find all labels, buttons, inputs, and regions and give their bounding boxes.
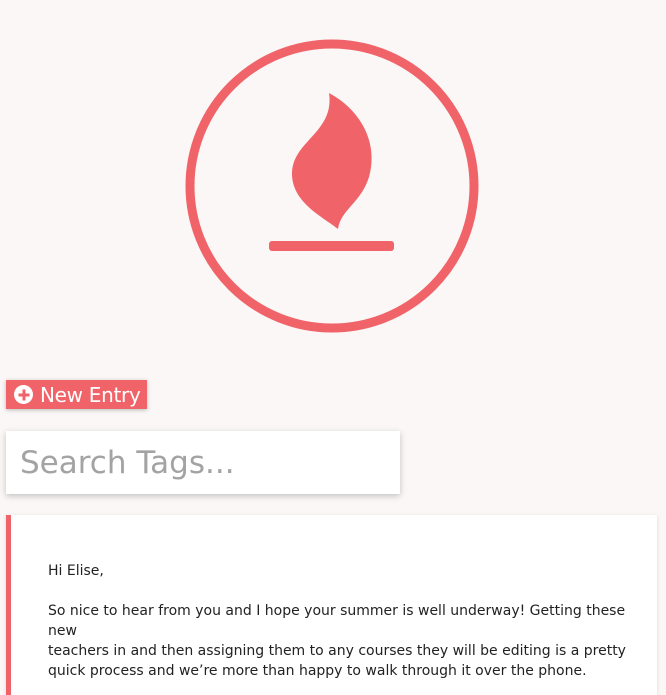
entry-text-line: quick process and we’re more than happy … [48, 663, 587, 679]
search-tags-input[interactable] [6, 431, 400, 494]
entry-text-line: So nice to hear from you and I hope your… [48, 603, 626, 639]
new-entry-button[interactable]: New Entry [6, 380, 147, 409]
search-box [6, 431, 400, 494]
app-logo [183, 37, 481, 335]
plus-circle-icon [14, 385, 33, 404]
flame-icon [185, 39, 479, 333]
entry-text-line: teachers in and then assigning them to a… [48, 643, 626, 659]
new-entry-label: New Entry [40, 382, 141, 407]
entry-card[interactable]: Hi Elise, So nice to hear from you and I… [6, 515, 657, 695]
entry-body: Hi Elise, So nice to hear from you and I… [48, 561, 638, 681]
entry-greeting: Hi Elise, [48, 563, 104, 579]
